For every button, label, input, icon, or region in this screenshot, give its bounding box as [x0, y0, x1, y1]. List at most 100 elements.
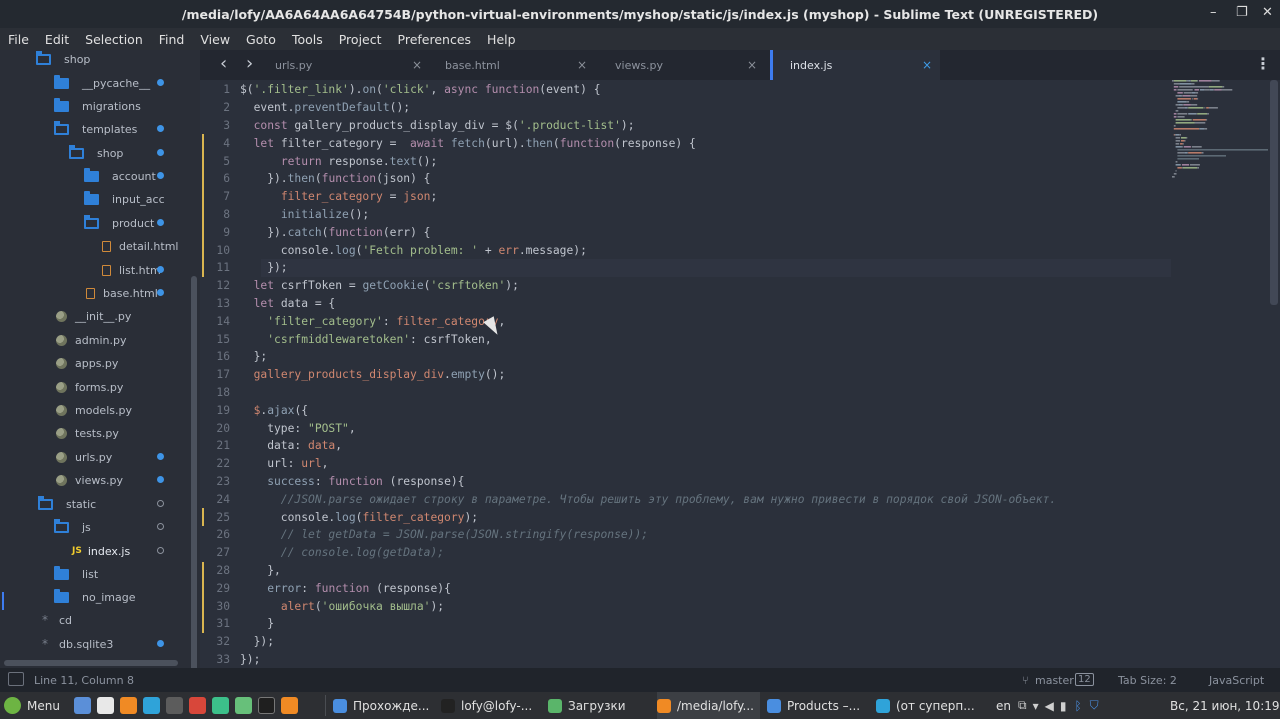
git-branch[interactable]: master: [1035, 674, 1074, 687]
editor-vertical-scrollbar[interactable]: [1270, 80, 1278, 305]
sidebar-vertical-scrollbar[interactable]: [191, 276, 197, 668]
telegram-icon[interactable]: [143, 697, 160, 714]
sidebar-item-base-html[interactable]: base.html: [86, 283, 164, 303]
code-line[interactable]: 1 $('.filter_link').on('click', async fun…: [200, 81, 1268, 99]
maximize-button[interactable]: ❐: [1236, 5, 1248, 20]
code-line[interactable]: 5 return response.text();: [200, 152, 1268, 170]
code-line[interactable]: 6 }).then(function(json) {: [200, 170, 1268, 188]
keyboard-layout[interactable]: en: [996, 692, 1011, 719]
wifi-icon[interactable]: ▾: [1033, 699, 1039, 713]
code-line[interactable]: 11 });: [200, 259, 1268, 277]
code-line[interactable]: 10 console.log('Fetch problem: ' + err.m…: [200, 241, 1268, 259]
code-line[interactable]: 8 initialize();: [200, 206, 1268, 224]
close-icon[interactable]: ×: [412, 58, 422, 72]
app-icon[interactable]: [189, 697, 206, 714]
code-line[interactable]: 27 // console.log(getData);: [200, 544, 1268, 562]
clock[interactable]: Вс, 21 июн, 10:19: [1170, 692, 1280, 719]
code-line[interactable]: 12 let csrfToken = getCookie('csrftoken'…: [200, 277, 1268, 295]
close-icon[interactable]: ×: [747, 58, 757, 72]
code-line[interactable]: 26 // let getData = JSON.parse(JSON.stri…: [200, 526, 1268, 544]
code-line[interactable]: 20 type: "POST",: [200, 419, 1268, 437]
sidebar-item-list-htm[interactable]: list.htm: [102, 260, 164, 280]
code-line[interactable]: 23 success: function (response){: [200, 473, 1268, 491]
minimize-button[interactable]: –: [1210, 5, 1217, 20]
browser-icon[interactable]: [74, 697, 91, 714]
syntax-mode[interactable]: JavaScript: [1209, 674, 1264, 687]
taskbar-window[interactable]: /media/lofy...: [657, 692, 760, 719]
menu-view[interactable]: View: [192, 32, 238, 47]
sidebar-item-input-acc[interactable]: input_acc: [84, 189, 165, 209]
menu-goto[interactable]: Goto: [238, 32, 284, 47]
code-line[interactable]: 4 let filter_category = await fetch(url)…: [200, 134, 1268, 152]
tab-urls-py[interactable]: urls.py ×: [255, 50, 430, 80]
close-window-button[interactable]: ✕: [1262, 5, 1273, 20]
sidebar-item-templates[interactable]: templates: [54, 119, 164, 139]
code-line[interactable]: 9 }).catch(function(err) {: [200, 223, 1268, 241]
code-line[interactable]: 25 console.log(filter_category);: [200, 508, 1268, 526]
menu-help[interactable]: Help: [479, 32, 524, 47]
sidebar-item-urls-py[interactable]: urls.py: [56, 447, 164, 467]
taskbar-window[interactable]: Прохожде...: [333, 692, 429, 719]
minimap[interactable]: [1172, 80, 1268, 190]
sidebar-item-detail-html[interactable]: detail.html: [102, 236, 178, 256]
tab-size[interactable]: Tab Size: 2: [1118, 674, 1177, 687]
menu-selection[interactable]: Selection: [77, 32, 151, 47]
panel-toggle-icon[interactable]: [8, 672, 24, 686]
taskbar-window[interactable]: (от суперп...: [876, 692, 975, 719]
code-line[interactable]: 28 },: [200, 562, 1268, 580]
sidebar-item--pycache-[interactable]: __pycache__: [54, 73, 164, 93]
files-icon[interactable]: [97, 697, 114, 714]
code-line[interactable]: 18: [200, 384, 1268, 402]
sidebar-item-db-sqlite3[interactable]: * db.sqlite3: [42, 634, 164, 654]
more-options-icon[interactable]: ⋮: [1255, 54, 1271, 73]
code-line[interactable]: 17 gallery_products_display_div.empty();: [200, 366, 1268, 384]
code-line[interactable]: 31 }: [200, 615, 1268, 633]
sidebar-item-apps-py[interactable]: apps.py: [56, 353, 118, 373]
terminal-green-icon[interactable]: [212, 697, 229, 714]
sidebar-item-no-image[interactable]: no_image: [54, 587, 135, 607]
menu-project[interactable]: Project: [331, 32, 390, 47]
sidebar-item--init-py[interactable]: __init__.py: [56, 306, 131, 326]
code-line[interactable]: 24 //JSON.parse ожидает строку в парамет…: [200, 490, 1268, 508]
sidebar-item-list[interactable]: list: [54, 564, 98, 584]
folder-app-icon[interactable]: [235, 697, 252, 714]
sidebar-item-js[interactable]: js: [54, 517, 164, 537]
taskbar-window[interactable]: Products –...: [767, 692, 860, 719]
sidebar-item-product[interactable]: product: [84, 213, 164, 233]
battery-icon[interactable]: ▮: [1060, 699, 1067, 713]
close-icon[interactable]: ×: [577, 58, 587, 72]
sidebar-item-shop[interactable]: shop: [36, 50, 90, 69]
sidebar-item-views-py[interactable]: views.py: [56, 470, 164, 490]
volume-icon[interactable]: ◀: [1045, 699, 1054, 713]
bluetooth-icon[interactable]: ᛒ: [1074, 699, 1081, 713]
sidebar-item-static[interactable]: static: [38, 494, 164, 514]
tab-views-py[interactable]: views.py ×: [595, 50, 765, 80]
code-line[interactable]: 29 error: function (response){: [200, 579, 1268, 597]
sidebar-item-tests-py[interactable]: tests.py: [56, 423, 119, 443]
code-line[interactable]: 30 alert('ошибочка вышла');: [200, 597, 1268, 615]
chevron-left-icon[interactable]: ‹: [220, 53, 227, 74]
skype-icon[interactable]: [166, 697, 183, 714]
menu-file[interactable]: File: [0, 32, 37, 47]
sidebar-item-account[interactable]: account: [84, 166, 164, 186]
code-line[interactable]: 7 filter_category = json;: [200, 188, 1268, 206]
firefox-icon[interactable]: [120, 697, 137, 714]
terminal-icon[interactable]: [258, 697, 275, 714]
menu-preferences[interactable]: Preferences: [390, 32, 480, 47]
code-line[interactable]: 22 url: url,: [200, 455, 1268, 473]
network-icon[interactable]: ⧉: [1018, 698, 1027, 713]
code-line[interactable]: 15 'csrfmiddlewaretoken': csrfToken,: [200, 330, 1268, 348]
tab-index-js[interactable]: index.js ×: [770, 50, 940, 80]
sidebar-item-cd[interactable]: * cd: [42, 610, 72, 630]
sidebar-item-migrations[interactable]: migrations: [54, 96, 141, 116]
sidebar-horizontal-scrollbar[interactable]: [4, 660, 178, 666]
close-icon[interactable]: ×: [922, 58, 932, 72]
code-line[interactable]: 3 const gallery_products_display_div = $…: [200, 117, 1268, 135]
code-line[interactable]: 16 };: [200, 348, 1268, 366]
sidebar-item-forms-py[interactable]: forms.py: [56, 377, 123, 397]
taskbar-window[interactable]: lofy@lofy-...: [441, 692, 532, 719]
code-line[interactable]: 13 let data = {: [200, 295, 1268, 313]
code-editor[interactable]: 1 $('.filter_link').on('click', async fun…: [200, 80, 1268, 668]
start-menu-button[interactable]: Menu: [4, 692, 60, 719]
taskbar-window[interactable]: Загрузки: [548, 692, 626, 719]
